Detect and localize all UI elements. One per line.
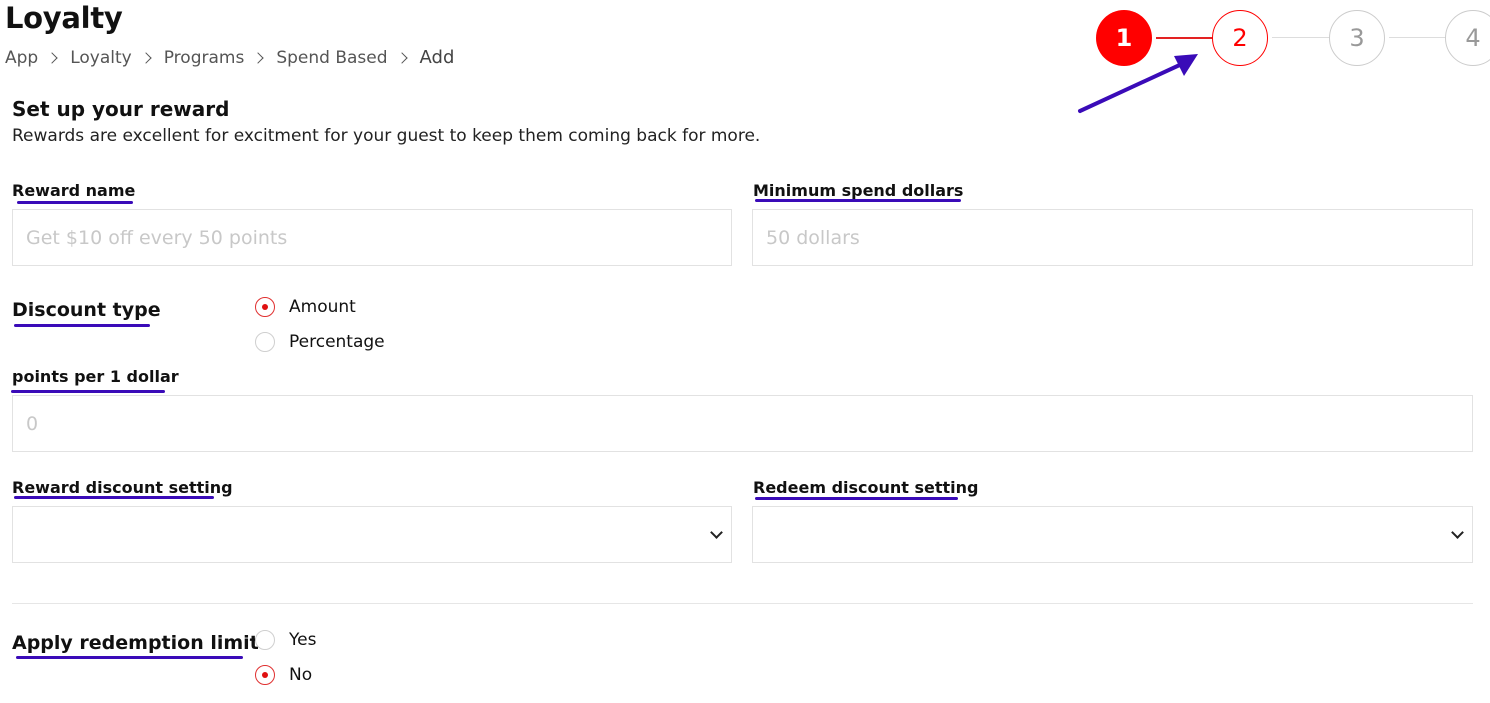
discount-type-percentage-option[interactable]: Percentage xyxy=(255,332,385,352)
chevron-right-icon xyxy=(395,51,408,64)
step-4[interactable]: 4 xyxy=(1445,10,1490,66)
divider xyxy=(12,603,1473,604)
radio-checked-icon[interactable] xyxy=(255,297,275,317)
annotation-underline xyxy=(755,199,961,202)
breadcrumb-add: Add xyxy=(419,47,455,68)
discount-type-amount-label: Amount xyxy=(289,297,356,317)
step-connector-3-4 xyxy=(1389,37,1447,38)
redeem-discount-setting-select[interactable] xyxy=(752,506,1473,563)
points-per-dollar-label: points per 1 dollar xyxy=(12,367,179,386)
radio-unchecked-icon[interactable] xyxy=(255,332,275,352)
discount-type-label: Discount type xyxy=(12,299,161,321)
annotation-underline xyxy=(16,656,243,659)
discount-type-amount-option[interactable]: Amount xyxy=(255,297,356,317)
annotation-underline xyxy=(17,201,133,204)
redemption-limit-yes-option[interactable]: Yes xyxy=(255,630,316,650)
discount-type-percentage-label: Percentage xyxy=(289,332,385,352)
breadcrumb-spend-based[interactable]: Spend Based xyxy=(276,48,387,68)
redeem-discount-setting-label: Redeem discount setting xyxy=(753,478,979,497)
breadcrumb: App Loyalty Programs Spend Based Add xyxy=(5,47,454,68)
step-2[interactable]: 2 xyxy=(1212,10,1268,66)
breadcrumb-programs[interactable]: Programs xyxy=(164,48,245,68)
section-description: Rewards are excellent for excitment for … xyxy=(12,126,761,146)
apply-redemption-limit-label: Apply redemption limit xyxy=(12,632,259,654)
chevron-right-icon xyxy=(252,51,264,64)
minimum-spend-label: Minimum spend dollars xyxy=(753,181,964,200)
annotation-arrow-icon xyxy=(1078,54,1198,113)
chevron-down-icon xyxy=(1451,526,1464,539)
reward-discount-setting-select[interactable] xyxy=(12,506,732,563)
redemption-limit-yes-label: Yes xyxy=(289,630,317,650)
chevron-down-icon xyxy=(710,526,723,539)
step-connector-2-3 xyxy=(1272,37,1330,38)
radio-checked-icon[interactable] xyxy=(255,665,275,685)
page-title: Loyalty xyxy=(5,1,123,35)
annotation-underline xyxy=(755,497,958,500)
reward-name-label: Reward name xyxy=(12,181,136,200)
breadcrumb-app[interactable]: App xyxy=(5,48,38,68)
points-per-dollar-input[interactable] xyxy=(12,395,1473,452)
chevron-right-icon xyxy=(140,51,152,64)
redemption-limit-no-label: No xyxy=(289,665,313,685)
step-connector-1-2 xyxy=(1156,37,1214,39)
section-title: Set up your reward xyxy=(12,97,230,121)
minimum-spend-input[interactable] xyxy=(752,209,1473,266)
redemption-limit-no-option[interactable]: No xyxy=(255,665,312,685)
radio-unchecked-icon[interactable] xyxy=(255,630,275,650)
step-3[interactable]: 3 xyxy=(1329,10,1385,66)
annotation-underline xyxy=(14,324,150,327)
annotation-underline xyxy=(14,496,214,499)
reward-discount-setting-label: Reward discount setting xyxy=(12,478,233,497)
annotation-underline xyxy=(11,390,165,393)
chevron-right-icon xyxy=(46,51,58,64)
reward-name-input[interactable] xyxy=(12,209,732,266)
breadcrumb-loyalty[interactable]: Loyalty xyxy=(70,48,132,68)
